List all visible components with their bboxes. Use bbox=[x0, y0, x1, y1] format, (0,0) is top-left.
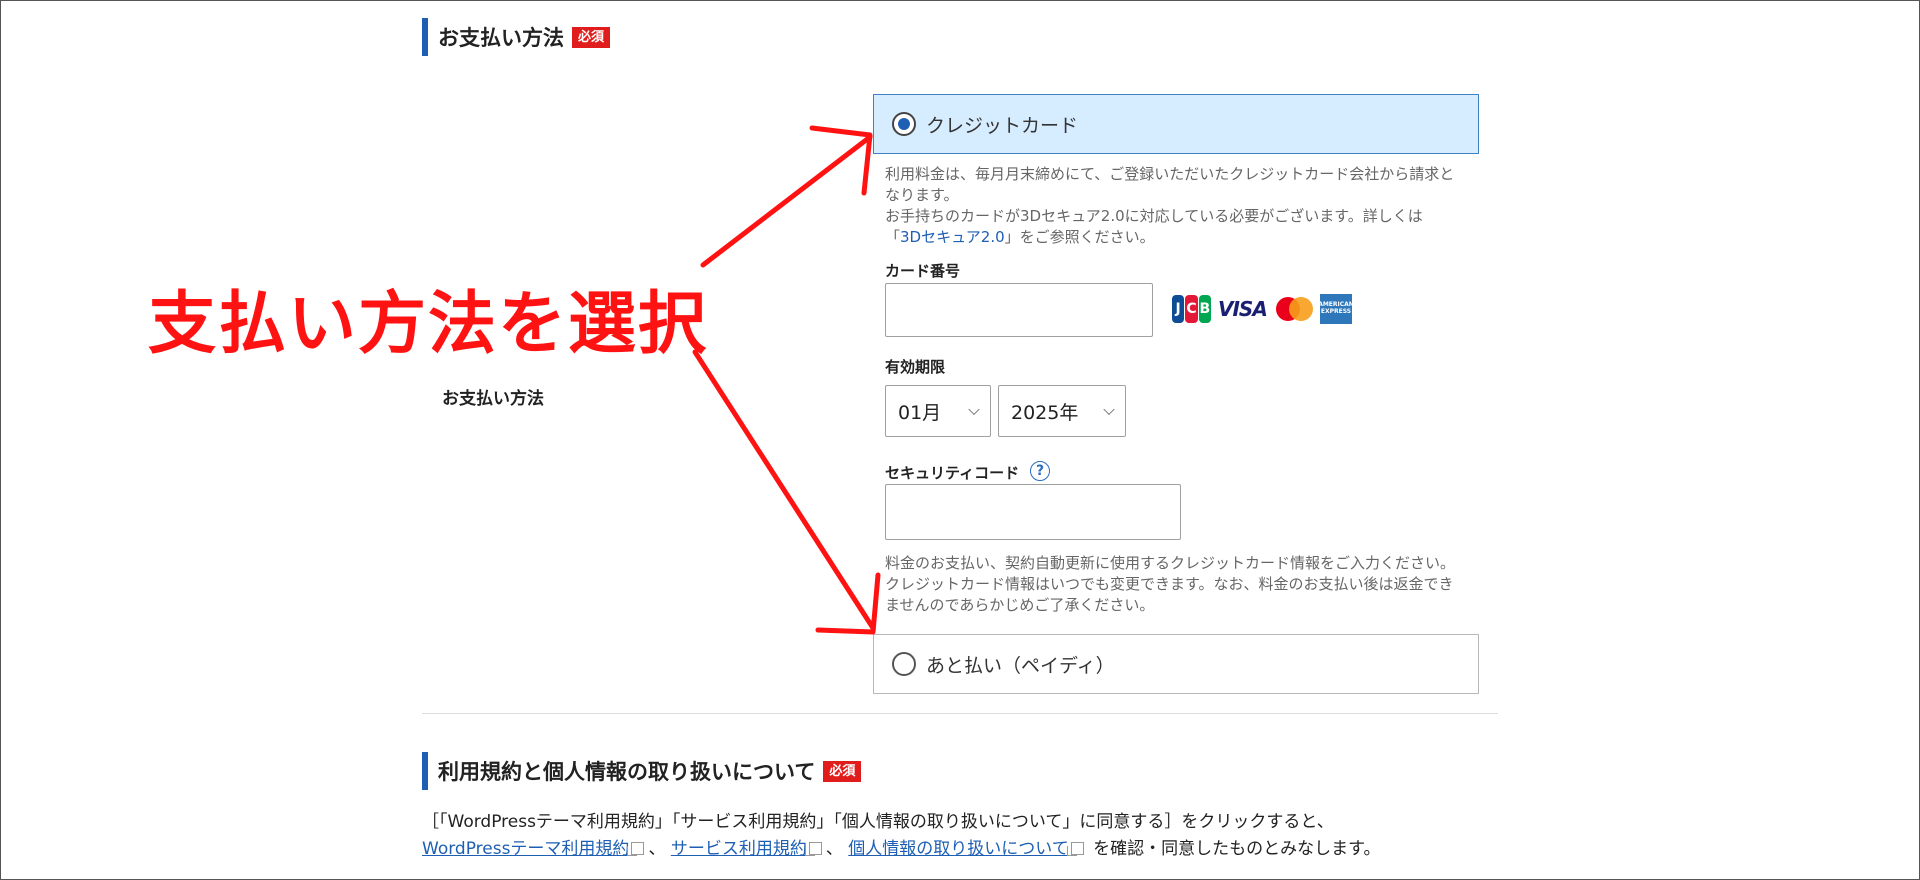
expiry-label: 有効期限 bbox=[885, 358, 946, 376]
payment-option-label: クレジットカード bbox=[926, 114, 1079, 137]
external-link-icon bbox=[627, 842, 645, 856]
card-number-input[interactable] bbox=[885, 283, 1153, 337]
info-note-line: ませんのであらかじめご了承ください。 bbox=[885, 596, 1155, 614]
section-divider bbox=[422, 713, 1498, 714]
annotation-text: 支払い方法を選択 bbox=[148, 285, 709, 364]
service-terms-link[interactable]: サービス利用規約 bbox=[671, 839, 807, 859]
expiry-month-value: 01月 bbox=[898, 401, 942, 424]
jcb-logo-icon: J C B bbox=[1172, 295, 1212, 323]
payment-section-heading: お支払い方法 必須 bbox=[422, 18, 611, 56]
wordpress-theme-terms-link[interactable]: WordPressテーマ利用規約 bbox=[422, 839, 629, 859]
radio-selected-icon[interactable] bbox=[892, 112, 916, 136]
annotation-arrowhead-down bbox=[815, 572, 881, 635]
security-code-input[interactable] bbox=[885, 484, 1181, 540]
card-brand-logos: J C B VISA AMERICAN EXPRESS bbox=[1172, 294, 1354, 324]
visa-logo-icon: VISA bbox=[1218, 297, 1268, 321]
radio-unselected-icon[interactable] bbox=[892, 652, 916, 676]
payment-row-label: お支払い方法 bbox=[442, 389, 544, 409]
payment-option-paidy[interactable]: あと払い（ペイディ） bbox=[873, 634, 1479, 694]
bracket-open: 「 bbox=[885, 228, 901, 246]
help-question-icon[interactable]: ? bbox=[1030, 461, 1050, 481]
3d-secure-link[interactable]: 3Dセキュア2.0 bbox=[900, 228, 1005, 246]
annotation-arrow-down bbox=[692, 349, 876, 631]
card-number-label: カード番号 bbox=[885, 262, 961, 280]
separator: 、 bbox=[648, 839, 666, 859]
info-note-line: 料金のお支払い、契約自動更新に使用するクレジットカード情報をご入力ください。 bbox=[885, 554, 1456, 572]
annotation-arrowhead-up bbox=[809, 125, 873, 196]
payment-option-label: あと払い（ペイディ） bbox=[926, 654, 1115, 677]
payment-section-title: お支払い方法 bbox=[438, 26, 564, 50]
chevron-down-icon bbox=[968, 403, 980, 416]
external-link-icon bbox=[804, 842, 822, 856]
terms-line-2-tail: を確認・同意したものとみなします。 bbox=[1093, 839, 1381, 859]
card-info-note: 料金のお支払い、契約自動更新に使用するクレジットカード情報をご入力ください。 ク… bbox=[885, 553, 1485, 616]
credit-note-tail: 」をご参照ください。 bbox=[1004, 228, 1155, 246]
separator: 、 bbox=[825, 839, 843, 859]
expiry-month-select[interactable]: 01月 bbox=[885, 385, 991, 437]
terms-section-title: 利用規約と個人情報の取り扱いについて bbox=[438, 760, 816, 784]
jcb-letter: J bbox=[1172, 295, 1185, 323]
jcb-letter: C bbox=[1185, 295, 1198, 323]
terms-section-heading: 利用規約と個人情報の取り扱いについて 必須 bbox=[422, 752, 862, 790]
security-code-label: セキュリティコード bbox=[885, 464, 1020, 482]
credit-note-line: 「3Dセキュア2.0」をご参照ください。 bbox=[885, 227, 1485, 248]
mastercard-logo-icon bbox=[1274, 295, 1314, 323]
terms-line-2: WordPressテーマ利用規約、 サービス利用規約、 個人情報の取り扱いについ… bbox=[422, 836, 1512, 862]
payment-option-credit-card[interactable]: クレジットカード bbox=[873, 94, 1479, 154]
credit-note-line: お手持ちのカードが3Dセキュア2.0に対応している必要がございます。詳しくは bbox=[885, 207, 1423, 225]
annotation-arrow-up bbox=[700, 134, 873, 268]
jcb-letter: B bbox=[1198, 295, 1211, 323]
external-link-icon bbox=[1066, 842, 1084, 856]
privacy-policy-link[interactable]: 個人情報の取り扱いについて bbox=[848, 839, 1069, 859]
expiry-year-value: 2025年 bbox=[1011, 401, 1079, 424]
amex-logo-icon: AMERICAN EXPRESS bbox=[1318, 294, 1354, 324]
credit-card-note: 利用料金は、毎月月末締めにて、ご登録いただいたクレジットカード会社から請求と な… bbox=[885, 164, 1485, 248]
info-note-line: クレジットカード情報はいつでも変更できます。なお、料金のお支払い後は返金でき bbox=[885, 575, 1454, 593]
expiry-year-select[interactable]: 2025年 bbox=[998, 385, 1126, 437]
credit-note-line: 利用料金は、毎月月末締めにて、ご登録いただいたクレジットカード会社から請求と bbox=[885, 165, 1455, 183]
required-badge: 必須 bbox=[823, 760, 862, 782]
required-badge: 必須 bbox=[572, 26, 611, 48]
chevron-down-icon bbox=[1103, 403, 1115, 416]
credit-note-line: なります。 bbox=[885, 186, 959, 204]
terms-line-1: ［「WordPressテーマ利用規約」「サービス利用規約」「個人情報の取り扱いに… bbox=[422, 812, 1334, 832]
